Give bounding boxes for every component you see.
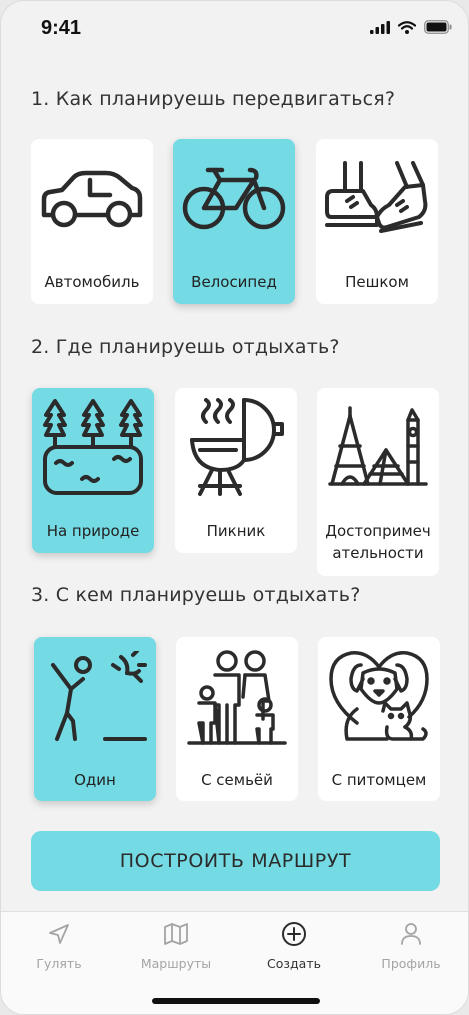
family-icon <box>187 650 287 745</box>
map-icon <box>164 923 188 945</box>
car-icon <box>41 170 143 228</box>
section-title-place: 2. Где планируешь отдыхать? <box>31 336 340 358</box>
option-card-nature[interactable]: На природе <box>32 388 154 553</box>
tab-routes[interactable]: Маршруты <box>121 920 231 971</box>
navigation-arrow-icon <box>49 924 69 944</box>
option-label: Один <box>74 771 116 789</box>
phone-screen: 9:41 1. Как планируешь передвигаться? Ав… <box>0 0 469 1015</box>
option-label: Достопримеч ательности <box>325 522 431 562</box>
solo-person-icon <box>51 651 147 741</box>
wifi-icon <box>398 20 416 34</box>
option-card-walking[interactable]: Пешком <box>316 139 438 304</box>
option-label: Пикник <box>206 522 266 540</box>
build-route-button[interactable]: ПОСТРОИТЬ МАРШРУТ <box>31 831 440 891</box>
option-label: С питомцем <box>331 771 427 789</box>
option-label: Автомобиль <box>44 273 140 291</box>
option-card-car[interactable]: Автомобиль <box>31 139 153 304</box>
grill-icon <box>190 398 284 496</box>
option-card-landmarks[interactable]: Достопримеч ательности <box>317 388 439 576</box>
pets-icon <box>329 651 429 741</box>
profile-icon <box>401 923 421 945</box>
battery-icon <box>424 20 452 34</box>
tab-create[interactable]: Создать <box>239 920 349 971</box>
section-title-transport: 1. Как планируешь передвигаться? <box>31 88 396 110</box>
tab-label: Гулять <box>36 956 82 971</box>
status-bar: 9:41 <box>1 1 468 61</box>
tab-label: Создать <box>267 956 321 971</box>
cellular-signal-icon <box>370 20 390 34</box>
tab-profile[interactable]: Профиль <box>356 920 466 971</box>
option-label: На природе <box>46 522 140 540</box>
tab-label: Маршруты <box>140 956 212 971</box>
option-label: Пешком <box>345 273 409 291</box>
section-title-company: 3. С кем планируешь отдыхать? <box>31 584 361 606</box>
status-icons <box>370 20 452 34</box>
option-label: С семьёй <box>201 771 273 789</box>
option-card-picnic[interactable]: Пикник <box>175 388 297 553</box>
option-card-solo[interactable]: Один <box>34 637 156 801</box>
tab-label: Профиль <box>381 956 441 971</box>
option-card-bicycle[interactable]: Велосипед <box>173 139 295 304</box>
landmarks-icon <box>328 406 428 486</box>
option-card-pets[interactable]: С питомцем <box>318 637 440 801</box>
tab-walk[interactable]: Гулять <box>4 920 114 971</box>
plus-circle-icon <box>282 922 306 946</box>
status-time: 9:41 <box>41 17 82 39</box>
option-label: Велосипед <box>191 273 277 291</box>
nature-lake-icon <box>43 399 143 495</box>
home-indicator <box>152 998 320 1004</box>
option-card-family[interactable]: С семьёй <box>176 637 298 801</box>
bicycle-icon <box>182 167 286 230</box>
walking-feet-icon <box>325 161 428 233</box>
